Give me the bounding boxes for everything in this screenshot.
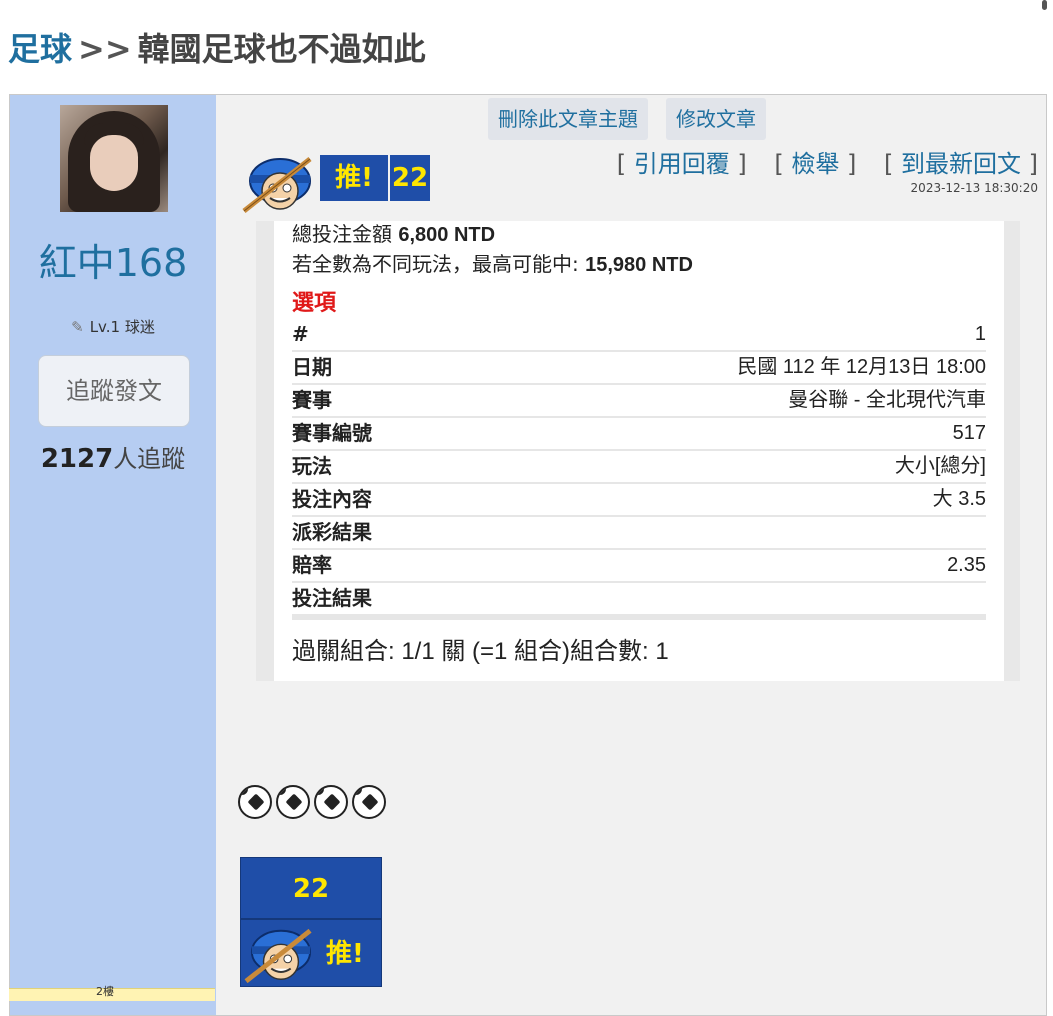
max-win-line: 若全數為不同玩法，最高可能中: 15,980 NTD bbox=[292, 251, 693, 278]
push-card-count: 22 bbox=[240, 857, 382, 919]
options-title: 選項 bbox=[292, 291, 337, 316]
breadcrumb-topic: 韓國足球也不過如此 bbox=[137, 30, 426, 68]
push-count: 22 bbox=[390, 155, 430, 201]
table-row: 日期 民國 112 年 12月13日 18:00 bbox=[292, 352, 986, 385]
soccer-ball-icon bbox=[352, 785, 386, 819]
table-row: 投注內容大 3.5 bbox=[292, 484, 986, 517]
push-label: 推! bbox=[320, 155, 388, 201]
post: 紅中168 ✎ Lv.1 球迷 追蹤發文 2127人追蹤 刪除此文章主題 修改文章… bbox=[9, 94, 1047, 1016]
soccer-ball-icon bbox=[238, 785, 272, 819]
table-row: #1 bbox=[292, 319, 986, 352]
breadcrumb-section-link[interactable]: 足球 bbox=[8, 30, 72, 68]
page-title: 足球 >> 韓國足球也不過如此 bbox=[8, 26, 426, 72]
parlay-summary: 過關組合: 1/1 關 (=1 組合)組合數: 1 bbox=[292, 638, 669, 665]
breadcrumb-separator: >> bbox=[78, 30, 132, 68]
max-win-value: 15,980 NTD bbox=[585, 254, 693, 276]
author-level: ✎ Lv.1 球迷 bbox=[10, 315, 216, 339]
soccer-ball-icon bbox=[276, 785, 310, 819]
push-badge-top[interactable]: 推! 22 bbox=[240, 155, 430, 213]
push-card-label: 推! bbox=[326, 939, 364, 969]
push-button[interactable]: 22 推! bbox=[240, 857, 382, 987]
table-bottom-rule bbox=[292, 614, 986, 620]
quote-reply-link[interactable]: [ 引用回覆 ] bbox=[617, 150, 747, 178]
bet-slip: 總投注金額 6,800 NTD 若全數為不同玩法，最高可能中: 15,980 N… bbox=[256, 221, 1020, 681]
author-level-text: Lv.1 球迷 bbox=[89, 318, 155, 336]
bet-slip-body: 總投注金額 6,800 NTD 若全數為不同玩法，最高可能中: 15,980 N… bbox=[274, 221, 1004, 681]
table-row: 投注結果 bbox=[292, 586, 372, 610]
table-row: 賠率 2.35 bbox=[292, 550, 986, 583]
soccer-ball-emojis bbox=[238, 785, 390, 828]
post-timestamp: 2023-12-13 18:30:20 bbox=[910, 181, 1038, 195]
delete-topic-button[interactable]: 刪除此文章主題 bbox=[488, 98, 648, 140]
baseball-mascot-icon bbox=[242, 157, 312, 213]
followers-number: 2127 bbox=[40, 444, 114, 474]
author-sidebar: 紅中168 ✎ Lv.1 球迷 追蹤發文 2127人追蹤 bbox=[10, 95, 216, 1015]
floor-label: 2樓 bbox=[96, 985, 114, 998]
report-link[interactable]: [ 檢舉 ] bbox=[774, 150, 856, 178]
max-win-label: 若全數為不同玩法，最高可能中: bbox=[292, 252, 579, 276]
total-bet-label: 總投注金額 bbox=[292, 222, 392, 246]
table-row: 派彩結果 bbox=[292, 517, 986, 550]
total-bet-value: 6,800 NTD bbox=[398, 224, 496, 246]
followers-suffix: 人追蹤 bbox=[113, 445, 186, 473]
post-actions: [ 引用回覆 ] [ 檢舉 ] [ 到最新回文 ] bbox=[597, 147, 1038, 181]
post-content: 刪除此文章主題 修改文章 推! 22 [ 引用回覆 ] [ 檢舉 ] [ 到最新… bbox=[216, 95, 1046, 1015]
table-row: 賽事編號 517 bbox=[292, 418, 986, 451]
follow-button[interactable]: 追蹤發文 bbox=[38, 355, 190, 427]
avatar[interactable] bbox=[60, 105, 168, 212]
table-row: 玩法 大小[總分] bbox=[292, 451, 986, 484]
soccer-ball-icon bbox=[314, 785, 348, 819]
scrollbar-thumb[interactable] bbox=[1042, 0, 1047, 10]
followers-count: 2127人追蹤 bbox=[10, 439, 216, 479]
total-bet-line: 總投注金額 6,800 NTD bbox=[292, 221, 495, 248]
edit-post-button[interactable]: 修改文章 bbox=[666, 98, 766, 140]
bet-details-table: #1 日期 民國 112 年 12月13日 18:00 賽事 曼谷聯 - 全北現代汽… bbox=[292, 319, 986, 620]
baseball-mascot-icon bbox=[244, 928, 312, 984]
pencil-icon: ✎ bbox=[71, 318, 84, 336]
author-name[interactable]: 紅中168 bbox=[10, 241, 216, 285]
table-row: 賽事 曼谷聯 - 全北現代汽車 bbox=[292, 385, 986, 418]
latest-reply-link[interactable]: [ 到最新回文 ] bbox=[884, 150, 1038, 178]
